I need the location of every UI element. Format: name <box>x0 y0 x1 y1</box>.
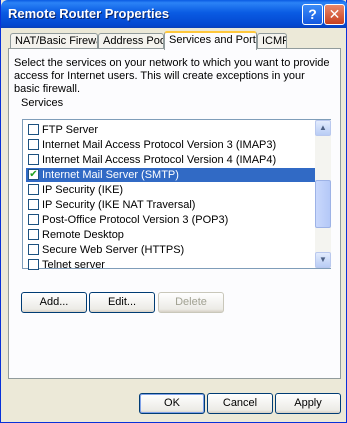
services-listbox[interactable]: FTP Server Internet Mail Access Protocol… <box>22 119 331 272</box>
cancel-button[interactable]: Cancel <box>207 393 273 414</box>
title-bar[interactable]: Remote Router Properties ? ✕ <box>1 0 347 28</box>
window-title: Remote Router Properties <box>8 6 170 21</box>
tab-icmp[interactable]: ICMP <box>257 33 287 49</box>
add-button[interactable]: Add... <box>21 292 87 313</box>
service-checkbox-checked[interactable]: ✔ <box>28 169 39 180</box>
service-item[interactable]: Telnet server <box>26 258 315 272</box>
service-checkbox[interactable] <box>28 259 39 270</box>
service-item-selected[interactable]: ✔ Internet Mail Server (SMTP) <box>26 168 315 182</box>
service-label: Internet Mail Access Protocol Version 4 … <box>42 154 277 166</box>
scroll-up-icon[interactable]: ▲ <box>315 120 331 136</box>
service-checkbox[interactable] <box>28 244 39 255</box>
vertical-scrollbar[interactable]: ▲ ▼ <box>315 120 331 268</box>
service-label: Telnet server <box>42 259 105 271</box>
service-item[interactable]: Internet Mail Access Protocol Version 3 … <box>26 138 315 152</box>
service-checkbox[interactable] <box>28 154 39 165</box>
service-item[interactable]: Internet Mail Access Protocol Version 4 … <box>26 153 315 167</box>
service-item[interactable]: Remote Desktop <box>26 228 315 242</box>
scroll-down-icon[interactable]: ▼ <box>315 252 331 268</box>
service-label: Post-Office Protocol Version 3 (POP3) <box>42 214 229 226</box>
tab-services-and-ports[interactable]: Services and Ports <box>164 31 257 50</box>
service-item[interactable]: Post-Office Protocol Version 3 (POP3) <box>26 213 315 227</box>
service-item[interactable]: Secure Web Server (HTTPS) <box>26 243 315 257</box>
service-checkbox[interactable] <box>28 229 39 240</box>
service-label: Internet Mail Server (SMTP) <box>42 169 179 181</box>
service-label: IP Security (IKE NAT Traversal) <box>42 199 196 211</box>
service-label: Secure Web Server (HTTPS) <box>42 244 185 256</box>
scroll-thumb[interactable] <box>315 180 331 228</box>
dialog-window: Remote Router Properties ? ✕ NAT/Basic F… <box>0 0 347 423</box>
close-button[interactable]: ✕ <box>324 4 345 25</box>
edit-button[interactable]: Edit... <box>89 292 155 313</box>
apply-button[interactable]: Apply <box>275 393 341 414</box>
delete-button[interactable]: Delete <box>158 292 224 313</box>
service-label: Internet Mail Access Protocol Version 3 … <box>42 139 277 151</box>
service-item[interactable]: FTP Server <box>26 123 315 137</box>
service-label: Remote Desktop <box>42 229 124 241</box>
tab-nat-basic-firewall[interactable]: NAT/Basic Firewall <box>10 33 98 49</box>
service-item[interactable]: IP Security (IKE) <box>26 183 315 197</box>
help-button[interactable]: ? <box>302 4 323 25</box>
services-label: Services <box>21 97 64 109</box>
ok-button[interactable]: OK <box>139 393 205 414</box>
service-checkbox[interactable] <box>28 214 39 225</box>
description-text: Select the services on your network to w… <box>14 57 330 95</box>
service-item[interactable]: IP Security (IKE NAT Traversal) <box>26 198 315 212</box>
service-label: IP Security (IKE) <box>42 184 124 196</box>
service-checkbox[interactable] <box>28 184 39 195</box>
service-label: FTP Server <box>42 124 99 136</box>
service-checkbox[interactable] <box>28 199 39 210</box>
service-checkbox[interactable] <box>28 124 39 135</box>
service-checkbox[interactable] <box>28 139 39 150</box>
tab-address-pool[interactable]: Address Pool <box>98 33 164 49</box>
